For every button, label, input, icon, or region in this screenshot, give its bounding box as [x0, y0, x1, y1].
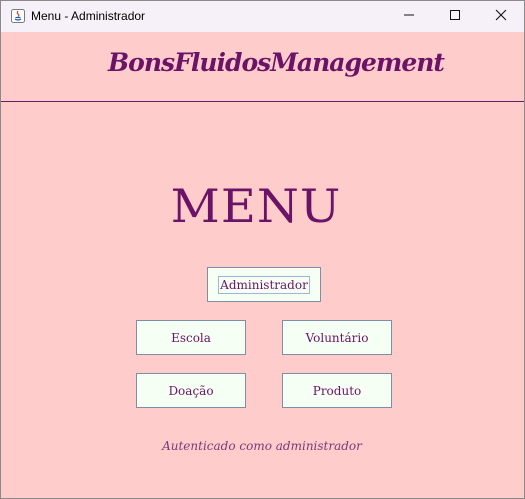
app-window: Menu - Administrador BonsFluidosManageme… [0, 0, 525, 499]
header-panel: BonsFluidosManagement [1, 32, 524, 102]
close-button[interactable] [478, 1, 524, 32]
doacao-button[interactable]: Doação [136, 373, 246, 408]
brand-title: BonsFluidosManagement [108, 48, 445, 77]
minimize-button[interactable] [386, 1, 432, 32]
produto-button-label: Produto [312, 383, 362, 398]
voluntario-button-label: Voluntário [305, 330, 369, 345]
java-icon [10, 8, 26, 24]
title-bar[interactable]: Menu - Administrador [1, 1, 524, 32]
doacao-button-label: Doação [168, 383, 214, 398]
status-label: Autenticado como administrador [162, 439, 362, 453]
administrador-button[interactable]: Administrador [207, 267, 321, 302]
close-icon [495, 8, 507, 26]
escola-button[interactable]: Escola [136, 320, 246, 355]
administrador-button-label: Administrador [218, 275, 310, 294]
minimize-icon [403, 8, 415, 26]
maximize-icon [449, 8, 461, 26]
produto-button[interactable]: Produto [282, 373, 392, 408]
maximize-button[interactable] [432, 1, 478, 32]
menu-title: MENU [170, 180, 342, 234]
window-title: Menu - Administrador [31, 9, 146, 23]
voluntario-button[interactable]: Voluntário [282, 320, 392, 355]
escola-button-label: Escola [171, 330, 211, 345]
